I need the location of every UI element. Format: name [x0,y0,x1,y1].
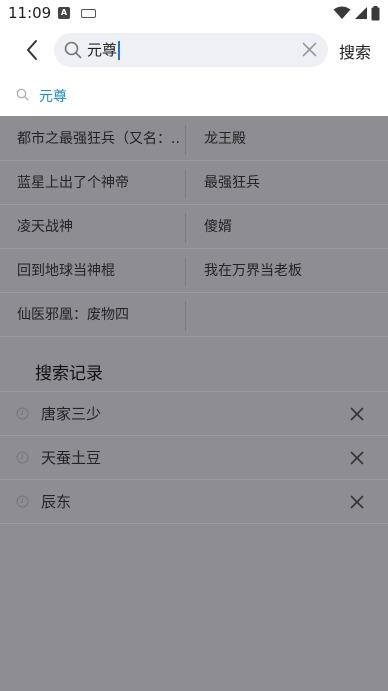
divider [185,125,186,155]
text-cursor [118,41,121,60]
clock-icon [16,451,29,464]
signal-icon [355,7,367,19]
history-item-label: 辰东 [41,493,72,511]
hot-list-row: 凌天战神 傻婿 [0,205,388,249]
hot-list-item[interactable]: 都市之最强狂兵（又名：... [17,117,179,161]
close-icon[interactable] [350,407,364,421]
history-title: 搜索记录 [35,364,103,384]
hot-list-row: 仙医邪凰：废物四 [0,293,388,337]
clear-icon[interactable] [301,41,318,58]
history-item[interactable]: 辰东 [0,480,388,524]
search-box[interactable]: 元尊 [54,33,328,67]
history-item[interactable]: 天蚕土豆 [0,436,388,480]
search-input[interactable]: 元尊 [87,33,287,67]
close-icon[interactable] [350,495,364,509]
suggestion-text: 元尊 [39,89,67,105]
hot-list-item[interactable] [204,293,374,337]
history-item-label: 唐家三少 [41,405,102,423]
hot-list-item[interactable]: 蓝星上出了个神帝 [17,161,179,205]
battery-icon [371,5,380,20]
hot-list-item[interactable]: 龙王殿 [204,117,374,161]
hot-list-item[interactable]: 凌天战神 [17,205,179,249]
clock-icon [16,495,29,508]
hot-list-item[interactable]: 最强狂兵 [204,161,374,205]
divider [185,213,186,243]
divider [185,301,186,331]
search-icon [16,88,29,101]
search-header: 元尊 搜索 [0,26,388,76]
hot-list-item[interactable]: 回到地球当神棍 [17,249,179,293]
search-query-text: 元尊 [87,41,118,59]
suggestion-item[interactable]: 元尊 [0,76,388,116]
status-bar: 11:09 A [0,0,388,26]
status-time: 11:09 [8,4,52,22]
hot-list-row: 回到地球当神棍 我在万界当老板 [0,249,388,293]
hot-list-item[interactable]: 仙医邪凰：废物四 [17,293,179,337]
search-icon [64,41,82,59]
history-item-label: 天蚕土豆 [41,449,102,467]
close-icon[interactable] [350,451,364,465]
back-arrow-icon [27,40,37,60]
status-icons [333,5,380,21]
divider [185,169,186,199]
divider [185,257,186,287]
hot-list-item[interactable]: 傻婿 [204,205,374,249]
hot-list-item[interactable]: 我在万界当老板 [204,249,374,293]
notification-a-icon: A [58,7,70,19]
hot-list-row: 蓝星上出了个神帝 最强狂兵 [0,161,388,205]
back-button[interactable] [18,36,46,64]
wifi-icon [333,6,351,19]
clock-icon [16,407,29,420]
hot-list-row: 都市之最强狂兵（又名：... 龙王殿 [0,117,388,161]
search-submit-button[interactable]: 搜索 [339,39,371,63]
history-item[interactable]: 唐家三少 [0,392,388,436]
keyboard-icon [81,9,96,18]
